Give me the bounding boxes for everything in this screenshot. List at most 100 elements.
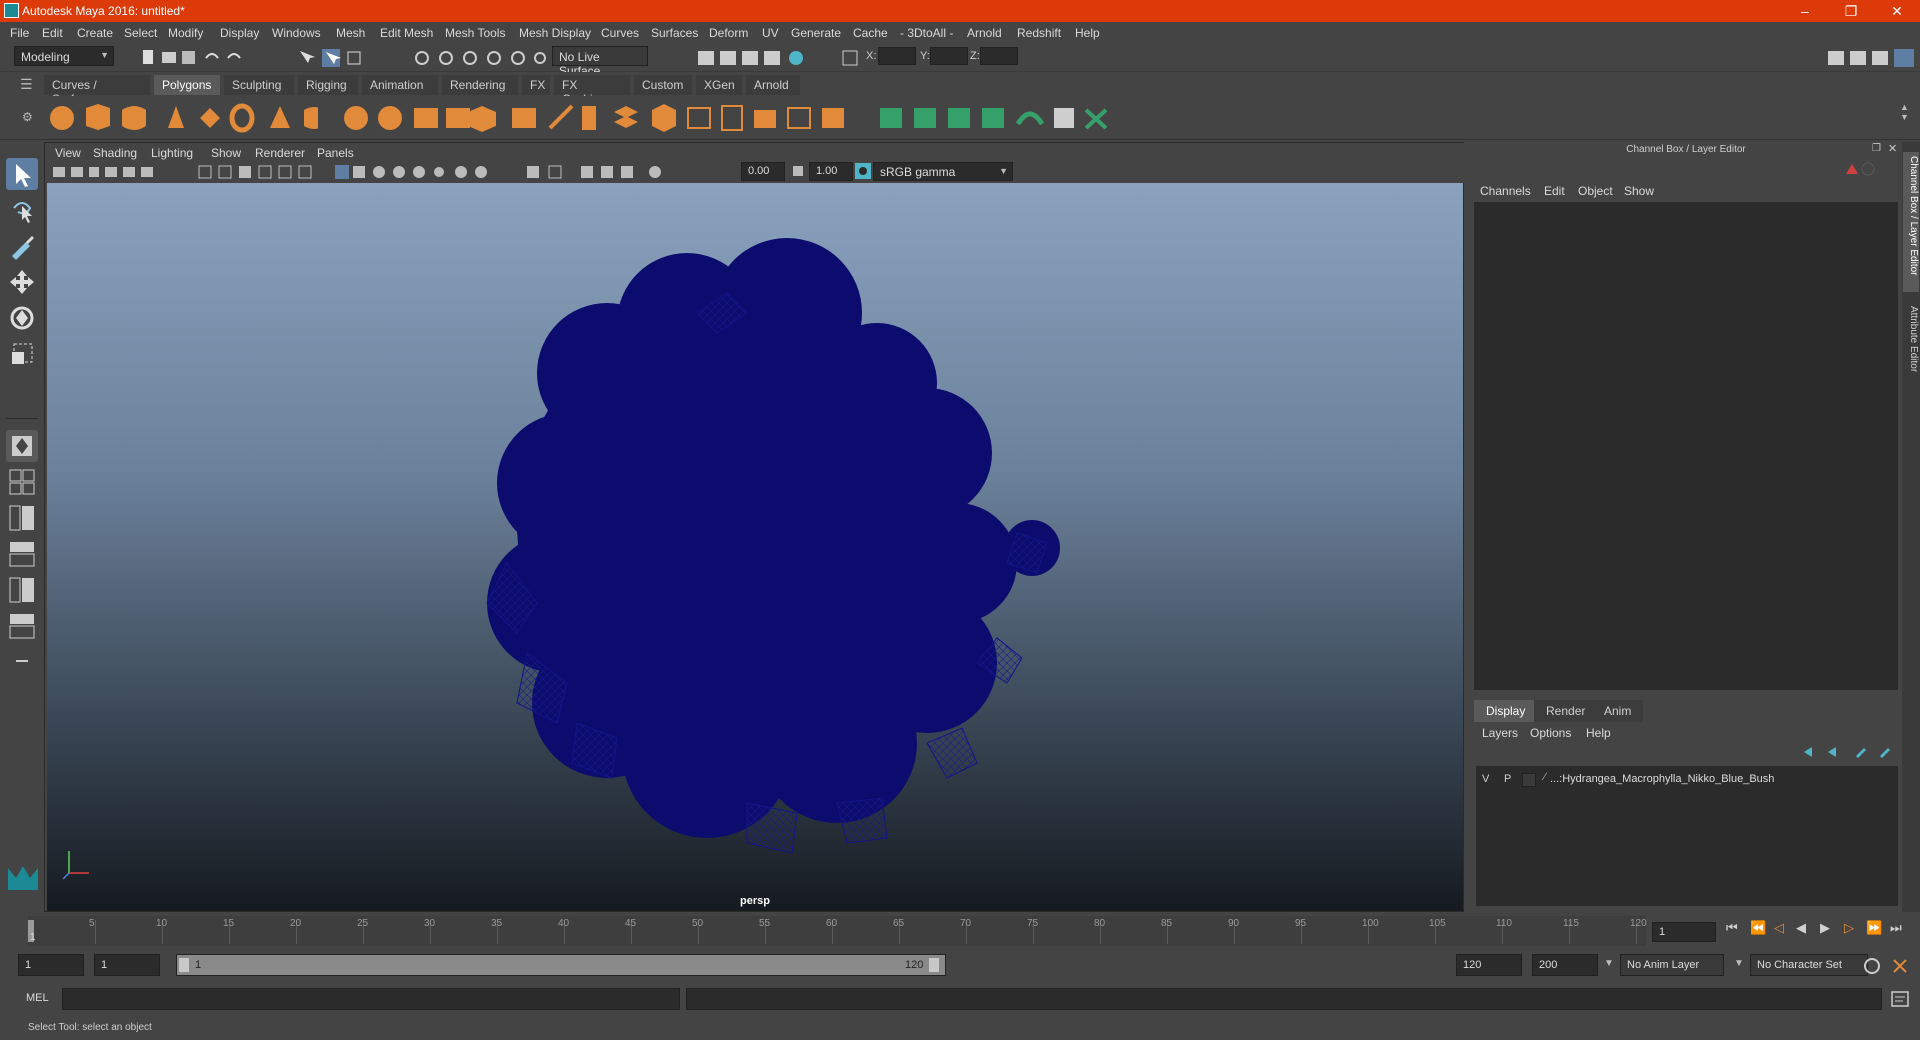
tab-display[interactable]: Display [1474,700,1538,722]
shelf-tab-curves-surfaces[interactable]: Curves / Surfaces [44,75,150,106]
key-prefs-icons[interactable] [1862,956,1916,976]
side-by-side-layout-icon[interactable] [6,502,38,534]
shelf-menu-icon[interactable]: ☰ [20,76,33,93]
menu-3dtoall[interactable]: - 3DtoAll - [900,26,953,40]
select-tool-icon[interactable] [6,158,38,190]
panel-menu-lighting[interactable]: Lighting [151,146,193,160]
panel-menu-renderer[interactable]: Renderer [255,146,305,160]
float-panel-icon[interactable]: ❐ [1872,143,1881,154]
poly-edit-icons[interactable] [342,102,872,134]
file-tools-icons[interactable] [140,48,270,68]
menu-file[interactable]: File [10,26,29,40]
transform-constraint-icon[interactable] [840,48,860,68]
range-start-handle[interactable] [179,958,189,972]
play-backwards-icon[interactable]: ◀ [1796,920,1806,936]
menu-modify[interactable]: Modify [168,26,203,40]
shelf-tab-rigging[interactable]: Rigging [298,75,358,95]
step-forward-icon[interactable]: ⏩ [1866,920,1882,936]
go-to-end-icon[interactable]: ⏭ [1890,920,1902,936]
gamma-field[interactable]: 1.00 [809,162,853,181]
channel-box-options-icon[interactable] [1840,160,1880,178]
menu-edit[interactable]: Edit [42,26,63,40]
menu-cb-edit[interactable]: Edit [1544,184,1565,198]
color-management-icon[interactable] [855,163,871,179]
tab-anim[interactable]: Anim [1592,700,1644,722]
color-space-dropdown[interactable]: sRGB gamma ▼ [873,162,1013,181]
menu-cache[interactable]: Cache [853,26,888,40]
y-field[interactable] [930,47,968,65]
menu-uv[interactable]: UV [762,26,779,40]
persp-outliner-layout-icon[interactable] [6,574,38,606]
rotate-tool-icon[interactable] [6,302,38,334]
step-back-icon[interactable]: ⏪ [1750,920,1766,936]
lasso-tool-icon[interactable] [6,194,38,226]
menu-help[interactable]: Help [1075,26,1100,40]
render-icons[interactable] [696,47,806,69]
shelf-tab-custom[interactable]: Custom [634,75,692,95]
menu-options[interactable]: Options [1530,726,1571,740]
shelf-settings-icon[interactable]: ⚙ [22,110,33,124]
playback-start-field[interactable]: 1 [94,954,160,976]
panel-menu-shading[interactable]: Shading [93,146,137,160]
four-pane-layout-icon[interactable] [6,466,38,498]
anim-layer-dropdown[interactable]: No Anim Layer [1620,954,1724,976]
side-tab-channel-box[interactable]: Channel Box / Layer Editor [1903,152,1919,292]
selection-mask-icons[interactable] [296,47,376,69]
tab-render[interactable]: Render [1534,700,1598,722]
shelf-tab-rendering[interactable]: Rendering [442,75,518,95]
poly-primitive-icons[interactable] [48,102,318,134]
layer-name[interactable]: ...:Hydrangea_Macrophylla_Nikko_Blue_Bus… [1550,773,1774,785]
current-frame-field[interactable]: 1 [1652,922,1716,942]
channel-box-area[interactable] [1474,202,1898,690]
shelf-tab-animation[interactable]: Animation [362,75,438,95]
x-field[interactable] [878,47,916,65]
menu-select[interactable]: Select [124,26,157,40]
shelf-tab-fx[interactable]: FX [522,75,550,95]
menu-mesh-display[interactable]: Mesh Display [519,26,591,40]
play-forwards-icon[interactable]: ▶ [1820,920,1830,936]
shelf-tab-polygons[interactable]: Polygons [154,75,220,95]
start-time-field[interactable]: 1 [18,954,84,976]
shelf-scroll-icon[interactable]: ▲ ▼ [1900,102,1909,122]
shelf-tab-xgen[interactable]: XGen [696,75,742,95]
minimize-icon[interactable]: – [1782,0,1828,22]
3d-viewport[interactable]: persp [47,183,1463,911]
menu-create[interactable]: Create [77,26,113,40]
command-language-label[interactable]: MEL [26,992,49,1004]
panel-menu-show[interactable]: Show [211,146,241,160]
layer-row[interactable]: V P ⁄ ...:Hydrangea_Macrophylla_Nikko_Bl… [1476,770,1898,790]
menu-display[interactable]: Display [220,26,259,40]
script-editor-icon[interactable] [1890,990,1910,1008]
go-to-start-icon[interactable]: ⏮ [1726,920,1738,936]
close-icon[interactable]: ✕ [1874,0,1920,22]
layer-color-swatch[interactable] [1522,773,1536,787]
layer-visibility-toggle[interactable]: V [1482,773,1489,785]
end-time-field[interactable]: 200 [1532,954,1598,976]
menu-object[interactable]: Object [1578,184,1613,198]
persp-graph-layout-icon[interactable] [6,538,38,570]
menu-mesh-tools[interactable]: Mesh Tools [445,26,505,40]
shelf-tab-arnold[interactable]: Arnold [746,75,800,95]
time-ruler[interactable]: 1 5 10 15 20 25 30 35 40 45 50 55 60 65 70 75 80 85 90 95 1… [28,916,1647,946]
move-tool-icon[interactable] [6,266,38,298]
chevron-down-icon[interactable]: ▼ [1734,958,1744,969]
character-set-dropdown[interactable]: No Character Set [1750,954,1868,976]
menu-windows[interactable]: Windows [272,26,321,40]
snap-icons[interactable] [412,47,547,69]
chevron-down-icon[interactable]: ▼ [1604,958,1614,969]
playback-end-field[interactable]: 120 [1456,954,1522,976]
single-pane-layout-icon[interactable] [6,430,38,462]
paint-select-tool-icon[interactable] [6,230,38,262]
z-field[interactable] [980,47,1018,65]
layer-action-icons[interactable] [1800,744,1896,760]
side-tab-attribute-editor[interactable]: Attribute Editor [1903,302,1919,402]
menu-layer-help[interactable]: Help [1586,726,1611,740]
custom-layout-icon[interactable] [6,646,38,678]
menu-show[interactable]: Show [1624,184,1654,198]
panel-toolbar-icons[interactable] [51,163,491,181]
shelf-tab-sculpting[interactable]: Sculpting [224,75,294,95]
panel-menu-view[interactable]: View [55,146,81,160]
scale-tool-icon[interactable] [6,338,38,370]
menu-channels[interactable]: Channels [1480,184,1531,198]
panel-menu-panels[interactable]: Panels [317,146,354,160]
